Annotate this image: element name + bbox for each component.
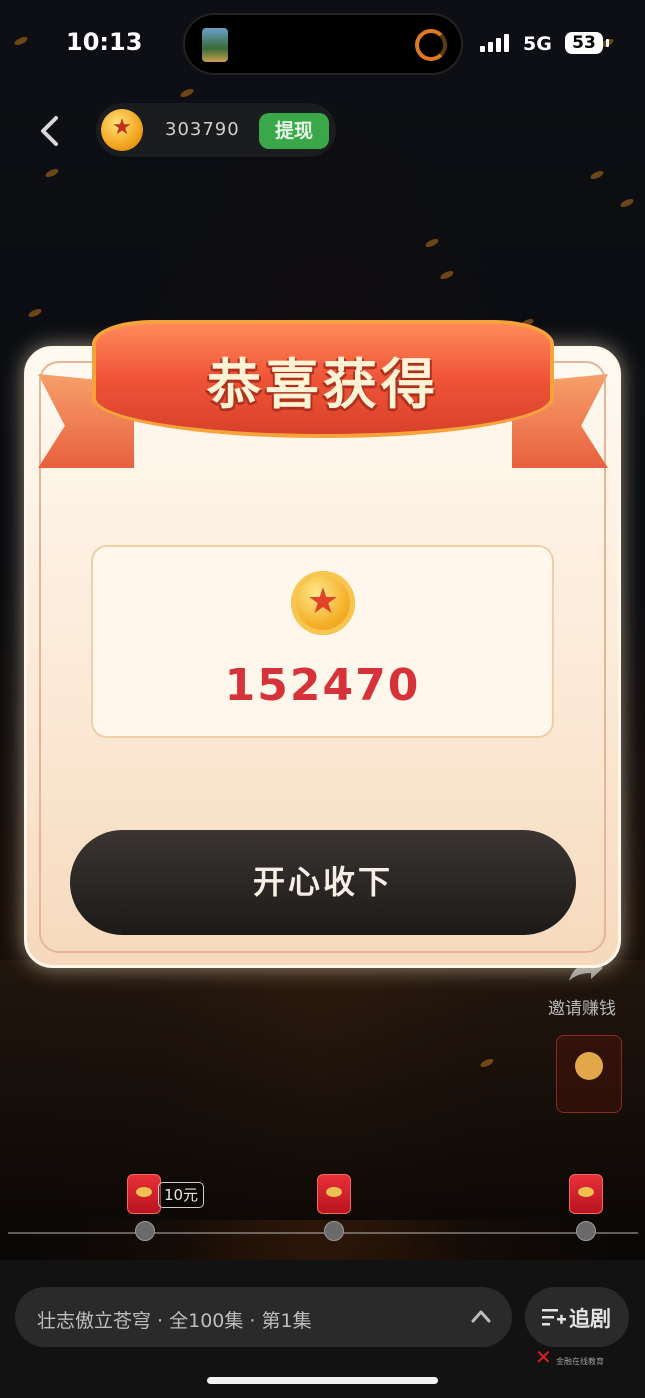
coin-icon: ★ (291, 571, 355, 635)
invite-earn-label[interactable]: 邀请赚钱 (548, 994, 616, 1019)
red-packet-icon[interactable] (317, 1174, 351, 1214)
watermark-text: 金融在线教育 (556, 1357, 604, 1366)
reward-tag: 10元 (158, 1182, 204, 1208)
chevron-up-icon[interactable] (470, 1306, 492, 1326)
progress-node (324, 1221, 344, 1241)
activity-ring-icon (415, 29, 447, 61)
battery-icon: 53 (565, 32, 603, 54)
progress-node (135, 1221, 155, 1241)
withdraw-button[interactable]: 提现 (259, 113, 329, 149)
red-packet-icon[interactable] (569, 1174, 603, 1214)
playlist-add-icon (542, 1309, 566, 1326)
reward-progress-track (8, 1232, 638, 1234)
reward-amount: 152470 (224, 660, 421, 711)
battery-tip (606, 39, 609, 47)
network-type: 5G (523, 33, 552, 55)
back-arrow-icon[interactable] (36, 114, 64, 148)
home-indicator[interactable] (207, 1377, 438, 1384)
dynamic-island (185, 15, 461, 73)
signal-bars-icon (480, 34, 516, 52)
status-bar: 10:13 5G 53 (0, 0, 645, 90)
accept-reward-button[interactable]: 开心收下 (70, 830, 576, 935)
watermark-logo-icon: ✕ (535, 1345, 552, 1369)
coin-icon: ★ (101, 109, 143, 151)
status-time: 10:13 (66, 28, 143, 56)
red-packet-icon[interactable] (127, 1174, 161, 1214)
progress-node (576, 1221, 596, 1241)
red-packet-widget[interactable] (556, 1035, 622, 1113)
dialog-title: 恭喜获得 (207, 353, 439, 416)
now-playing-thumbnail (202, 28, 228, 62)
coin-balance: 303790 (165, 119, 240, 140)
follow-series-label: 追剧 (569, 1307, 611, 1331)
episode-info: 壮志傲立苍穹 · 全100集 · 第1集 (37, 1310, 312, 1332)
